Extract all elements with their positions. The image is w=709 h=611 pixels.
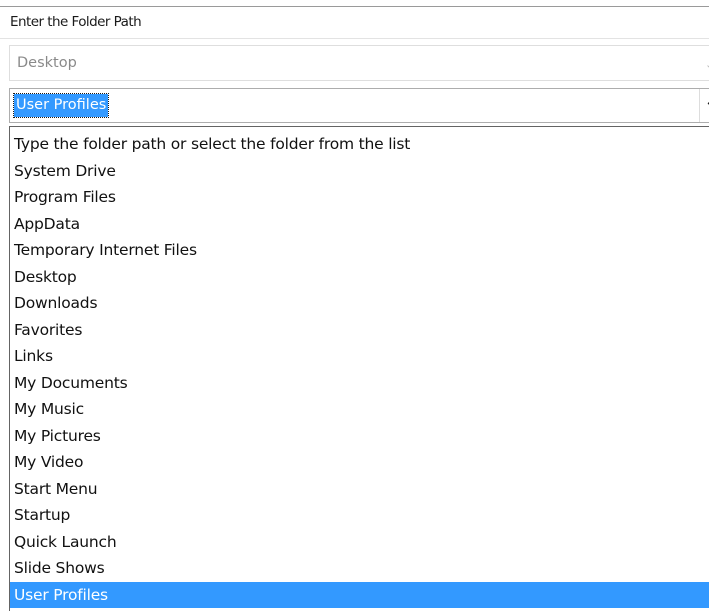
dropdown-option[interactable]: Favorites	[10, 317, 709, 343]
dropdown-option[interactable]: Quick Launch	[10, 529, 709, 555]
folder-select-field[interactable]: User Profiles	[10, 89, 699, 122]
folder-path-combobox[interactable]: Desktop ⌄	[9, 45, 709, 81]
dropdown-option[interactable]: Program Files	[10, 184, 709, 210]
dropdown-option[interactable]: My Video	[10, 449, 709, 475]
folder-select-combobox[interactable]: User Profiles	[9, 88, 709, 123]
folder-path-value: Desktop	[17, 55, 77, 71]
window-top-edge	[0, 0, 709, 7]
dropdown-option[interactable]: User Profiles	[10, 581, 709, 608]
dropdown-option[interactable]: Startup	[10, 502, 709, 528]
folder-dropdown-list[interactable]: Type the folder path or select the folde…	[9, 126, 709, 611]
folder-path-heading: Enter the Folder Path	[10, 14, 142, 30]
dropdown-option[interactable]: Start Menu	[10, 476, 709, 502]
dropdown-option[interactable]: My Music	[10, 396, 709, 422]
dropdown-option[interactable]: Temporary Internet Files	[10, 237, 709, 263]
folder-path-dialog: Enter the Folder Path Desktop ⌄ User Pro…	[0, 0, 709, 611]
heading-divider	[0, 38, 709, 39]
dropdown-option[interactable]: Slide Shows	[10, 555, 709, 581]
dropdown-option[interactable]: My Documents	[10, 370, 709, 396]
dropdown-option[interactable]: My Pictures	[10, 423, 709, 449]
dropdown-option[interactable]: System Drive	[10, 158, 709, 184]
dropdown-option[interactable]: Links	[10, 343, 709, 369]
folder-select-value: User Profiles	[12, 93, 110, 118]
dropdown-option[interactable]: Type the folder path or select the folde…	[10, 131, 709, 157]
dropdown-option[interactable]: Desktop	[10, 264, 709, 290]
dropdown-option[interactable]: AppData	[10, 211, 709, 237]
chevron-down-icon[interactable]: ⌄	[705, 59, 709, 70]
dropdown-option[interactable]: Downloads	[10, 290, 709, 316]
folder-select-dropdown-button[interactable]	[699, 89, 709, 122]
